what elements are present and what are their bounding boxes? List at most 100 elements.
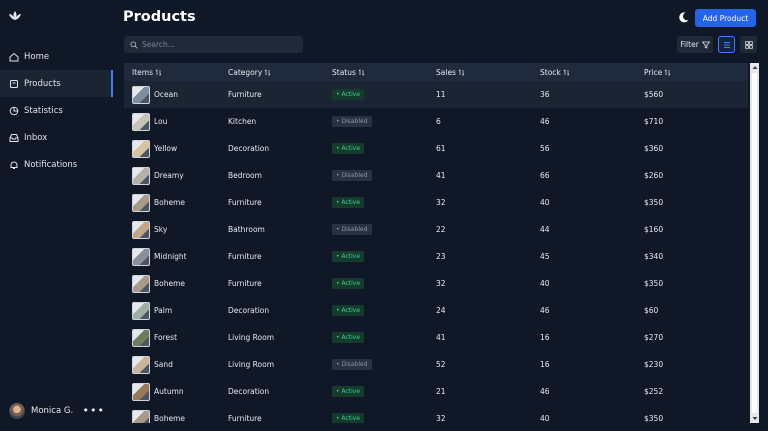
scroll-down-icon[interactable] bbox=[750, 414, 759, 423]
sidebar-item-label: Products bbox=[24, 78, 61, 89]
price-cell: $350 bbox=[644, 414, 664, 423]
add-product-button[interactable]: Add Product bbox=[695, 9, 756, 27]
sales-cell: 23 bbox=[436, 252, 446, 261]
product-thumbnail bbox=[132, 247, 150, 266]
status-badge: • Disabled bbox=[332, 116, 372, 127]
product-thumbnail bbox=[132, 328, 150, 347]
item-cell: Boheme bbox=[124, 193, 228, 212]
sales-cell: 32 bbox=[436, 414, 446, 423]
stock-cell: 40 bbox=[540, 279, 550, 288]
table-row[interactable]: Boheme Furniture • Active 32 40 $350 bbox=[124, 405, 748, 423]
item-name: Ocean bbox=[154, 90, 178, 99]
search-input[interactable] bbox=[142, 40, 292, 49]
status-badge: • Active bbox=[332, 89, 365, 100]
vertical-scrollbar[interactable] bbox=[750, 63, 759, 423]
moon-icon[interactable] bbox=[677, 11, 690, 24]
status-badge: • Active bbox=[332, 413, 365, 423]
filter-label: Filter bbox=[680, 40, 699, 49]
table-row[interactable]: Ocean Furniture • Active 11 36 $560 bbox=[124, 81, 748, 108]
category-cell: Furniture bbox=[228, 252, 262, 261]
item-name: Autumn bbox=[154, 387, 184, 396]
status-badge: • Active bbox=[332, 197, 365, 208]
status-badge: • Active bbox=[332, 332, 365, 343]
sidebar-item-label: Notifications bbox=[24, 159, 78, 170]
table-row[interactable]: Boheme Furniture • Active 32 40 $350 bbox=[124, 270, 748, 297]
user-profile[interactable]: Monica G. ••• bbox=[9, 403, 105, 419]
item-cell: Lou bbox=[124, 112, 228, 131]
product-thumbnail bbox=[132, 355, 150, 374]
box-icon bbox=[10, 79, 18, 88]
list-view-button[interactable] bbox=[718, 36, 735, 53]
sales-cell: 6 bbox=[436, 117, 441, 126]
status-cell: • Disabled bbox=[332, 170, 436, 181]
avatar bbox=[9, 403, 25, 419]
sales-cell: 22 bbox=[436, 225, 446, 234]
table-row[interactable]: Lou Kitchen • Disabled 6 46 $710 bbox=[124, 108, 748, 135]
price-cell: $340 bbox=[644, 252, 664, 261]
search-box[interactable] bbox=[124, 36, 303, 53]
stock-cell: 44 bbox=[540, 225, 550, 234]
column-header-items[interactable]: Items bbox=[124, 68, 228, 77]
status-cell: • Active bbox=[332, 305, 436, 316]
product-thumbnail bbox=[132, 85, 150, 104]
table-row[interactable]: Forest Living Room • Active 41 16 $270 bbox=[124, 324, 748, 351]
stock-cell: 45 bbox=[540, 252, 550, 261]
stock-cell: 66 bbox=[540, 171, 550, 180]
stock-cell: 36 bbox=[540, 90, 550, 99]
sidebar-item-products[interactable]: Products bbox=[0, 70, 113, 97]
price-cell: $350 bbox=[644, 198, 664, 207]
sidebar-item-inbox[interactable]: Inbox bbox=[0, 124, 113, 151]
column-header-stock[interactable]: Stock bbox=[540, 68, 644, 77]
item-cell: Sand bbox=[124, 355, 228, 374]
column-header-category[interactable]: Category bbox=[228, 68, 332, 77]
filter-button[interactable]: Filter bbox=[677, 36, 713, 53]
status-cell: • Disabled bbox=[332, 116, 436, 127]
category-cell: Living Room bbox=[228, 333, 275, 342]
table-row[interactable]: Sand Living Room • Disabled 52 16 $230 bbox=[124, 351, 748, 378]
item-cell: Dreamy bbox=[124, 166, 228, 185]
item-cell: Boheme bbox=[124, 409, 228, 423]
column-header-status[interactable]: Status bbox=[332, 68, 436, 77]
status-cell: • Active bbox=[332, 89, 436, 100]
column-header-price[interactable]: Price bbox=[644, 68, 748, 77]
pie-chart-icon bbox=[9, 106, 19, 115]
table-row[interactable]: Dreamy Bedroom • Disabled 41 66 $260 bbox=[124, 162, 748, 189]
scroll-up-icon[interactable] bbox=[750, 63, 759, 72]
table-row[interactable]: Boheme Furniture • Active 32 40 $350 bbox=[124, 189, 748, 216]
table-row[interactable]: Sky Bathroom • Disabled 22 44 $160 bbox=[124, 216, 748, 243]
sort-icon bbox=[563, 68, 570, 76]
status-badge: • Disabled bbox=[332, 170, 372, 181]
sort-icon bbox=[265, 68, 271, 76]
table-row[interactable]: Autumn Decoration • Active 21 46 $252 bbox=[124, 378, 748, 405]
products-table: Items Category Status Sales Stock Price … bbox=[124, 63, 748, 423]
status-badge: • Active bbox=[332, 278, 365, 289]
item-cell: Autumn bbox=[124, 382, 228, 401]
product-thumbnail bbox=[132, 139, 150, 158]
sidebar-item-home[interactable]: Home bbox=[0, 43, 113, 70]
product-thumbnail bbox=[132, 220, 150, 239]
sales-cell: 24 bbox=[436, 306, 446, 315]
category-cell: Decoration bbox=[228, 306, 270, 315]
product-thumbnail bbox=[132, 301, 150, 320]
product-thumbnail bbox=[132, 382, 150, 401]
more-options-icon[interactable]: ••• bbox=[83, 405, 105, 416]
sidebar-item-label: Statistics bbox=[24, 105, 63, 116]
scrollbar-thumb[interactable] bbox=[752, 73, 757, 413]
status-cell: • Active bbox=[332, 386, 436, 397]
column-header-sales[interactable]: Sales bbox=[436, 68, 540, 77]
sidebar-item-notifications[interactable]: Notifications bbox=[0, 151, 113, 178]
status-badge: • Active bbox=[332, 143, 365, 154]
table-row[interactable]: Yellow Decoration • Active 61 56 $360 bbox=[124, 135, 748, 162]
item-name: Palm bbox=[154, 306, 173, 315]
bell-icon bbox=[10, 161, 18, 169]
price-cell: $260 bbox=[644, 171, 664, 180]
price-cell: $350 bbox=[644, 279, 664, 288]
sidebar-item-statistics[interactable]: Statistics bbox=[0, 97, 113, 124]
stock-cell: 40 bbox=[540, 414, 550, 423]
item-name: Dreamy bbox=[154, 171, 184, 180]
item-cell: Boheme bbox=[124, 274, 228, 293]
table-row[interactable]: Palm Decoration • Active 24 46 $60 bbox=[124, 297, 748, 324]
grid-view-button[interactable] bbox=[740, 36, 757, 53]
table-row[interactable]: Midnight Furniture • Active 23 45 $340 bbox=[124, 243, 748, 270]
price-cell: $230 bbox=[644, 360, 664, 369]
